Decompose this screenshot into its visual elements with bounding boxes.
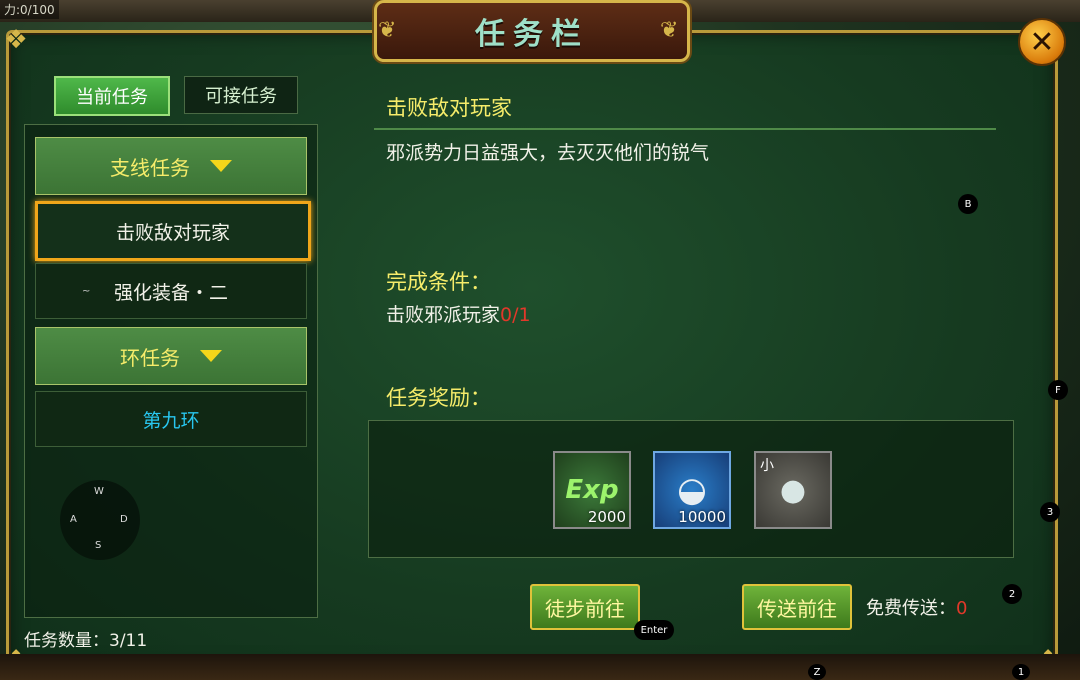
hotkey-z: Z (808, 664, 826, 680)
triangle-down-icon (200, 350, 222, 362)
reward-silver[interactable]: ◒ 10000 (653, 451, 731, 529)
close-button[interactable]: ✕ (1018, 18, 1066, 66)
condition-text: 击败邪派玩家 (386, 304, 501, 326)
free-teleport-label: 免费传送： (866, 598, 956, 619)
quest-item-enhance-gear[interactable]: ~ 强化装备・二 (35, 263, 307, 319)
free-teleport-value: 0 (956, 598, 968, 619)
tab-available-quests[interactable]: 可接任务 (184, 76, 298, 114)
quest-item-label: 强化装备・二 (113, 281, 228, 304)
teleport-button[interactable]: 传送前往 (742, 584, 852, 630)
quest-count: 任务数量：3/11 (24, 626, 147, 651)
title-scroll-right-icon: ❦ (660, 18, 679, 43)
tab-current-quests[interactable]: 当前任务 (54, 76, 170, 116)
hp-readout: 力:0/100 (0, 0, 59, 19)
conditions-heading: 完成条件： (386, 270, 491, 294)
hotkey-1: 1 (1012, 664, 1030, 680)
wasd-joystick[interactable]: W A D S (60, 480, 140, 560)
divider (374, 128, 996, 130)
rewards-panel: Exp 2000 ◒ 10000 ● 小 (368, 420, 1014, 558)
condition-progress: 0/1 (500, 304, 531, 326)
key-d: D (120, 514, 128, 525)
quest-count-label: 任务数量： (24, 631, 109, 651)
corner-ornament-icon: ❖ (4, 25, 28, 55)
category-label: 支线任务 (110, 155, 190, 180)
exp-icon: Exp (565, 475, 619, 505)
quest-item-defeat-players[interactable]: 击败敌对玩家 (35, 201, 311, 261)
category-ring-quests[interactable]: 环任务 (35, 327, 307, 385)
category-side-quests[interactable]: 支线任务 (35, 137, 307, 195)
window-title: 任务栏 (475, 17, 589, 52)
condition-line: 击败邪派玩家0/1 (386, 300, 531, 327)
hotkey-enter: Enter (634, 620, 674, 640)
walk-to-button[interactable]: 徒步前往 (530, 584, 640, 630)
key-a: A (70, 514, 77, 525)
hotkey-2: 2 (1002, 584, 1022, 604)
reward-orb[interactable]: ● 小 (754, 451, 832, 529)
hotkey-3: 3 (1040, 502, 1060, 522)
hotkey-tilde: ~ (82, 285, 91, 297)
close-icon: ✕ (1029, 24, 1055, 60)
rewards-heading: 任务奖励： (386, 386, 491, 410)
quest-description: 邪派势力日益强大，去灭灭他们的锐气 (386, 142, 710, 164)
free-teleport: 免费传送：0 (866, 594, 967, 620)
silver-ingot-icon: ◒ (677, 470, 707, 510)
category-label: 环任务 (120, 345, 180, 370)
hotkey-b: B (958, 194, 978, 214)
hotkey-f: F (1048, 380, 1068, 400)
window-title-plate: 任务栏 (374, 0, 690, 62)
quest-item-ninth-ring[interactable]: 第九环 (35, 391, 307, 447)
triangle-down-icon (210, 160, 232, 172)
reward-tag: 小 (760, 458, 774, 474)
title-scroll-left-icon: ❦ (378, 18, 397, 43)
chat-bar (0, 654, 1080, 680)
key-s: S (95, 540, 102, 551)
reward-exp[interactable]: Exp 2000 (553, 451, 631, 529)
quest-detail-title: 击败敌对玩家 (386, 96, 512, 120)
key-w: W (94, 486, 104, 497)
quest-count-value: 3/11 (109, 631, 148, 651)
